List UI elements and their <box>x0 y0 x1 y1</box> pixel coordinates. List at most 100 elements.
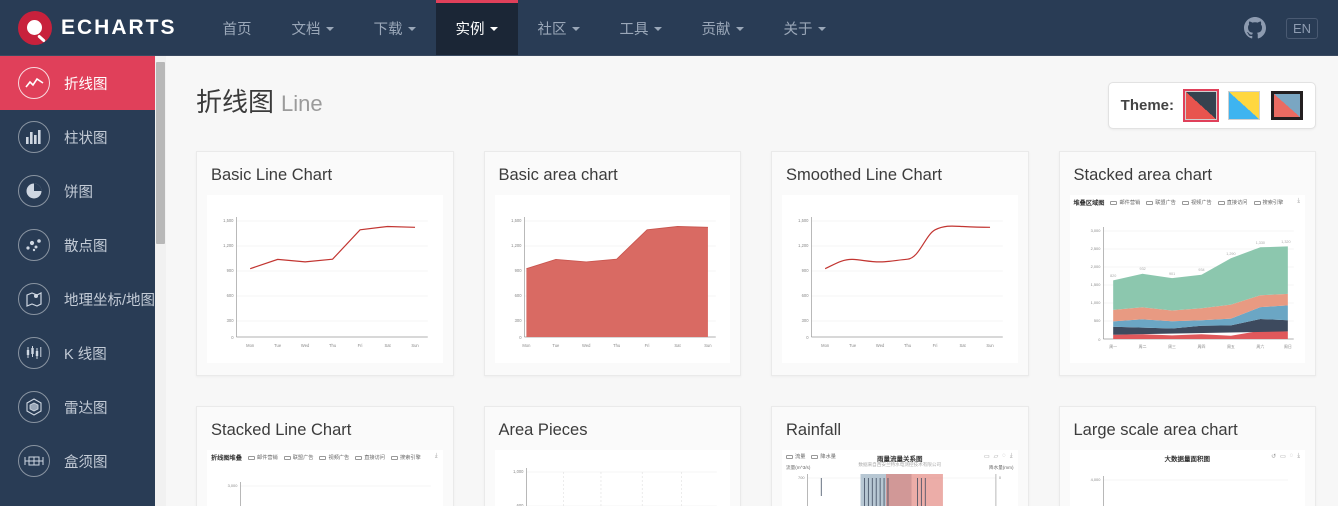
svg-text:0: 0 <box>806 335 809 340</box>
svg-text:周四: 周四 <box>1197 344 1205 349</box>
svg-text:Mon: Mon <box>246 343 255 348</box>
save-image-icon[interactable]: ⤓ <box>435 453 438 460</box>
nav-label: 社区 <box>537 21 567 38</box>
example-card-basic-line[interactable]: Basic Line Chart 1,500 1,200 900 600 300… <box>196 151 454 376</box>
save-image-icon[interactable]: ⤓ <box>1010 453 1013 460</box>
example-card-stacked-line[interactable]: Stacked Line Chart 折线图堆叠 邮件营销 联盟广告 视频广告 … <box>196 406 454 506</box>
top-navbar: ECHARTS 首页 文档 下载 实例 社区 工具 贡献 关于 EN <box>0 0 1338 56</box>
svg-text:1,500: 1,500 <box>1090 282 1101 287</box>
language-toggle-button[interactable]: EN <box>1285 17 1318 39</box>
boxplot-icon <box>18 445 50 477</box>
svg-text:3,000: 3,000 <box>1090 228 1101 233</box>
svg-text:1,000: 1,000 <box>1090 300 1101 305</box>
card-title: Stacked area chart <box>1073 166 1213 184</box>
chart-inner-title: 大数据量面积图 <box>1164 456 1211 463</box>
svg-text:2,500: 2,500 <box>1090 246 1101 251</box>
svg-text:1,500: 1,500 <box>223 218 234 223</box>
chart-canvas-rainfall: 流量 降水量 雨量流量关系图 数据来自西安兰特水电测控技术有限公司 ▭ ▱ ◌ … <box>782 450 1018 506</box>
sidebar-item-label: 饼图 <box>64 184 93 201</box>
svg-text:934: 934 <box>1198 268 1204 272</box>
card-title: Smoothed Line Chart <box>786 166 942 184</box>
nav-item-download[interactable]: 下载 <box>354 0 436 56</box>
svg-text:0: 0 <box>519 335 522 340</box>
sidebar-item-line[interactable]: 折线图 <box>0 56 166 110</box>
nav-label: 文档 <box>291 21 321 38</box>
theme-swatch-light[interactable] <box>1228 91 1260 120</box>
nav-item-about[interactable]: 关于 <box>764 0 846 56</box>
sidebar-scrollbar-thumb[interactable] <box>156 62 165 244</box>
svg-text:1,330: 1,330 <box>1255 241 1264 245</box>
card-title: Basic Line Chart <box>211 166 333 184</box>
candlestick-icon <box>18 337 50 369</box>
sidebar-item-candlestick[interactable]: K 线图 <box>0 326 166 380</box>
page-title: 折线图 Line <box>196 82 323 119</box>
sidebar-item-boxplot[interactable]: 盒须图 <box>0 434 166 488</box>
rect-zoom-icon[interactable]: ▭ <box>1280 453 1286 460</box>
svg-text:600: 600 <box>514 293 522 298</box>
svg-text:Thu: Thu <box>613 343 621 348</box>
github-icon[interactable] <box>1243 17 1266 39</box>
sidebar-item-scatter[interactable]: 散点图 <box>0 218 166 272</box>
svg-text:Mon: Mon <box>821 343 830 348</box>
sidebar-item-pie[interactable]: 饼图 <box>0 164 166 218</box>
nav-item-examples[interactable]: 实例 <box>435 0 518 56</box>
sidebar-item-label: 地理坐标/地图 <box>64 292 156 309</box>
save-image-icon[interactable]: ⤓ <box>1297 198 1300 205</box>
chart-canvas-area-pieces: 1,000600 300 <box>494 450 730 506</box>
example-card-large-scale-area[interactable]: Large scale area chart 大数据量面积图 ↺ ▭ ◌ ⤓ 4… <box>1058 406 1316 506</box>
restore-icon[interactable]: ↺ <box>1271 453 1276 460</box>
y-axis-left-label: 流量(m^3/s) <box>786 465 811 470</box>
echarts-logo-icon <box>18 11 52 45</box>
sidebar-scrollbar[interactable] <box>155 56 166 506</box>
main-content: 折线图 Line Theme: Basic Line Chart 1,500 1… <box>166 56 1338 506</box>
svg-text:1,290: 1,290 <box>1226 252 1235 256</box>
nav-item-community[interactable]: 社区 <box>518 0 600 56</box>
theme-swatch-warm[interactable] <box>1271 91 1303 120</box>
svg-text:820: 820 <box>1110 274 1116 278</box>
nav-label: 实例 <box>455 21 485 38</box>
area-zoom-icon[interactable]: ▱ <box>994 453 999 460</box>
sidebar-item-radar[interactable]: 雷达图 <box>0 380 166 434</box>
save-image-icon[interactable]: ⤓ <box>1297 453 1300 460</box>
restore-icon[interactable]: ◌ <box>1002 453 1006 460</box>
svg-text:1,200: 1,200 <box>511 243 522 248</box>
svg-text:300: 300 <box>227 318 235 323</box>
svg-text:1,000: 1,000 <box>513 469 524 474</box>
chart-toolbox: ⤓ <box>435 453 438 460</box>
example-card-smoothed-line[interactable]: Smoothed Line Chart 1,500 1,200 900 600 … <box>771 151 1029 376</box>
chart-inner-subtitle: 数据来自西安兰特水电测控技术有限公司 <box>858 462 942 467</box>
nav-item-home[interactable]: 首页 <box>203 0 272 56</box>
sidebar-item-label: K 线图 <box>64 346 107 363</box>
chevron-down-icon <box>653 27 662 31</box>
sidebar-item-map[interactable]: 地理坐标/地图 <box>0 272 166 326</box>
svg-text:Fri: Fri <box>933 343 938 348</box>
chart-canvas-smoothed-line: 1,500 1,200 900 600 300 0 Mon Tue Wed Thu Fri… <box>782 195 1018 363</box>
example-card-area-pieces[interactable]: Area Pieces 1,000 600 <box>483 406 741 506</box>
theme-swatch-dark[interactable] <box>1183 89 1219 122</box>
sidebar: 折线图 柱状图 饼图 散点图 地理坐标/地图 K 线图 雷达图 盒须图 <box>0 56 166 506</box>
brand-logo-link[interactable]: ECHARTS <box>0 0 203 56</box>
nav-label: 首页 <box>222 21 252 38</box>
svg-text:周一: 周一 <box>1109 344 1117 349</box>
sidebar-item-bar[interactable]: 柱状图 <box>0 110 166 164</box>
scatter-chart-icon <box>18 229 50 261</box>
rect-zoom-icon[interactable]: ▭ <box>984 453 990 460</box>
svg-text:2,000: 2,000 <box>1090 264 1101 269</box>
nav-item-docs[interactable]: 文档 <box>272 0 354 56</box>
nav-item-tools[interactable]: 工具 <box>600 0 682 56</box>
card-title: Stacked Line Chart <box>211 421 352 439</box>
nav-right-group: EN <box>1243 0 1338 56</box>
svg-text:901: 901 <box>1168 272 1174 276</box>
page-body: 折线图 柱状图 饼图 散点图 地理坐标/地图 K 线图 雷达图 盒须图 折线图 … <box>0 56 1338 506</box>
example-card-rainfall[interactable]: Rainfall 流量 降水量 雨量流量关系图 数据来自西安兰特水电测控技术有限… <box>771 406 1029 506</box>
circle-icon[interactable]: ◌ <box>1290 453 1294 460</box>
chart-canvas-stacked-line: 折线图堆叠 邮件营销 联盟广告 视频广告 直接访问 搜索引擎 ⤓ 3,000 <box>207 450 443 506</box>
svg-text:周日: 周日 <box>1283 344 1291 349</box>
nav-item-contribute[interactable]: 贡献 <box>682 0 764 56</box>
example-card-basic-area[interactable]: Basic area chart 1,500 1,200 900 600 300… <box>483 151 741 376</box>
examples-grid: Basic Line Chart 1,500 1,200 900 600 300… <box>196 151 1316 506</box>
chart-toolbox: ↺ ▭ ◌ ⤓ <box>1271 453 1300 460</box>
map-icon <box>18 283 50 315</box>
svg-text:Mon: Mon <box>522 343 531 348</box>
example-card-stacked-area[interactable]: Stacked area chart 堆叠区域图 邮件营销 联盟广告 视频广告 … <box>1058 151 1316 376</box>
